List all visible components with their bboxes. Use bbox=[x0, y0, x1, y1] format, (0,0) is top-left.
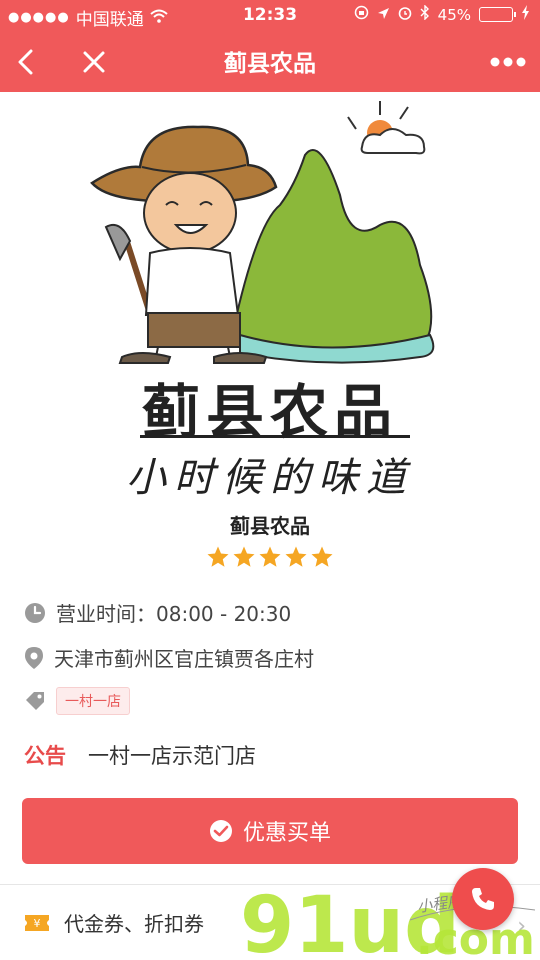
status-bar: ●●●●● 中国联通 12:33 45% bbox=[0, 0, 540, 30]
more-button[interactable] bbox=[486, 44, 530, 80]
more-dots-icon bbox=[490, 57, 526, 67]
address-row[interactable]: 天津市蓟州区官庄镇贾各庄村 bbox=[24, 643, 314, 672]
star-icon bbox=[207, 546, 229, 567]
clock-icon bbox=[25, 602, 45, 623]
coupon-row[interactable]: ¥ 代金券、折扣券 bbox=[24, 908, 204, 937]
hours-label: 营业时间： bbox=[56, 602, 156, 626]
shop-logo: 蓟县农品 小时候的味道 bbox=[80, 95, 460, 501]
coupon-label: 代金券、折扣券 bbox=[64, 912, 204, 936]
tag-icon bbox=[26, 692, 44, 710]
charging-icon bbox=[521, 5, 530, 24]
nav-bar: 蓟县农品 bbox=[0, 30, 540, 92]
page-title: 蓟县农品 bbox=[224, 51, 316, 77]
battery-icon bbox=[479, 7, 516, 22]
shop-tag: 一村一店 bbox=[56, 687, 130, 715]
location-pin-icon bbox=[25, 646, 43, 669]
announcement-text: 一村一店示范门店 bbox=[88, 744, 256, 768]
business-hours-row: 营业时间：08:00 - 20:30 bbox=[24, 598, 291, 627]
bluetooth-icon bbox=[420, 4, 430, 24]
announcement-label: 公告 bbox=[24, 744, 66, 768]
battery-percent: 45% bbox=[437, 5, 471, 24]
logo-divider bbox=[140, 435, 410, 438]
discount-pay-button[interactable]: 优惠买单 bbox=[22, 798, 518, 864]
shop-name: 蓟县农品 bbox=[230, 514, 310, 538]
coupon-ticket-icon: ¥ bbox=[25, 914, 49, 931]
star-icon bbox=[311, 546, 333, 567]
svg-text:¥: ¥ bbox=[34, 917, 41, 930]
alarm-icon bbox=[398, 6, 412, 24]
star-icon bbox=[285, 546, 307, 567]
star-icon bbox=[259, 546, 281, 567]
logo-slogan: 小时候的味道 bbox=[126, 455, 414, 501]
orientation-lock-icon bbox=[354, 5, 369, 24]
address-text: 天津市蓟州区官庄镇贾各庄村 bbox=[54, 647, 314, 671]
sun-cloud-icon bbox=[347, 101, 426, 155]
star-rating bbox=[0, 545, 540, 569]
discount-pay-label: 优惠买单 bbox=[242, 821, 331, 846]
check-circle-icon bbox=[209, 820, 232, 842]
star-icon bbox=[233, 546, 255, 567]
phone-icon bbox=[472, 888, 494, 910]
location-icon bbox=[377, 6, 390, 24]
call-button[interactable] bbox=[452, 868, 514, 930]
announcement: 公告 一村一店示范门店 bbox=[24, 740, 256, 770]
tag-row: 一村一店 bbox=[24, 687, 130, 715]
hours-value: 08:00 - 20:30 bbox=[156, 602, 292, 626]
